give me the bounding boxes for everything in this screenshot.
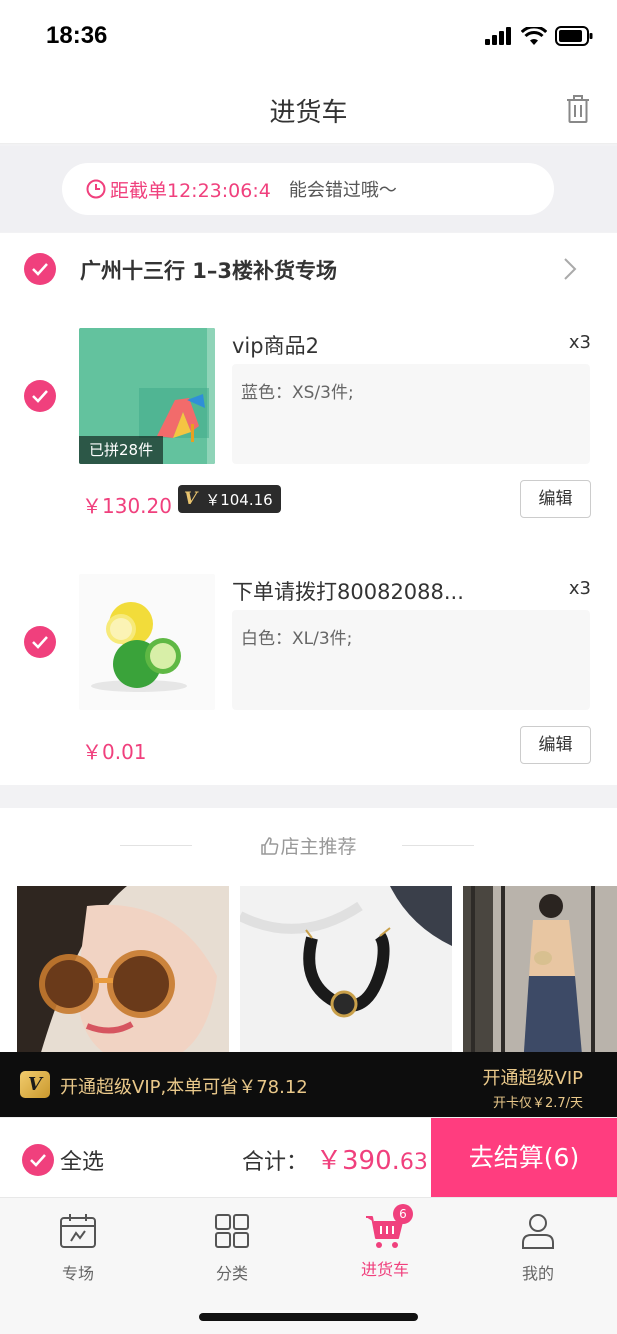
- divider: [402, 845, 474, 846]
- total-decimal: 63: [399, 1150, 428, 1175]
- countdown-section: 距截单12:23:06:4 能会错过哦～: [0, 146, 617, 232]
- vip-price: ￥104.16: [205, 490, 273, 509]
- tab-label: 专场: [61, 1264, 94, 1283]
- vip-savings-text: 开通超级VIP,本单可省￥78.12: [60, 1077, 308, 1098]
- page-title: 进货车: [269, 98, 348, 128]
- total-integer: ￥390.: [316, 1146, 400, 1176]
- countdown-pill: 距截单12:23:06:4 能会错过哦～: [62, 163, 554, 215]
- status-time: 18:36: [46, 22, 108, 49]
- trash-icon[interactable]: [565, 94, 591, 124]
- chevron-right-icon[interactable]: [563, 257, 577, 281]
- status-icons: [485, 26, 593, 46]
- checkmark-icon: [32, 263, 48, 276]
- item-name[interactable]: vip商品2: [232, 330, 532, 360]
- calendar-icon: [60, 1214, 96, 1248]
- tab-bar: 专场 分类 6 进货车 我的: [0, 1197, 617, 1334]
- nav-bar: 进货车: [0, 76, 617, 144]
- tab-label: 分类: [215, 1264, 248, 1283]
- person-icon: [522, 1214, 554, 1249]
- fashion-photo: [463, 886, 617, 1052]
- checkout-button[interactable]: 去结算(6): [431, 1118, 617, 1198]
- product-image[interactable]: 已拼28件: [79, 328, 215, 464]
- item-name[interactable]: 下单请拨打80082088...: [232, 576, 532, 606]
- item-spec: 蓝色：XS/3件;: [232, 364, 590, 464]
- cart-item: 下单请拨打80082088... x3 白色：XL/3件; ￥0.01 编辑: [0, 574, 617, 804]
- item-price: ￥0.01: [82, 740, 147, 764]
- recommend-product[interactable]: [463, 886, 617, 1052]
- tab-category[interactable]: 分类: [182, 1212, 282, 1284]
- vip-price-note: 开卡仅￥2.7/天: [492, 1096, 583, 1111]
- checkmark-icon: [32, 636, 48, 649]
- checkmark-icon: [32, 390, 48, 403]
- group-buy-badge: 已拼28件: [79, 436, 164, 464]
- cart-count-badge: 6: [393, 1204, 413, 1224]
- home-indicator[interactable]: [199, 1313, 418, 1321]
- item-checkbox[interactable]: [24, 626, 56, 658]
- vip-logo-icon: V: [20, 1071, 50, 1098]
- grid-icon: [215, 1214, 249, 1248]
- select-all-label[interactable]: 全选: [60, 1144, 104, 1176]
- recommend-title-text: 店主推荐: [280, 836, 357, 858]
- recommend-product[interactable]: [240, 886, 452, 1052]
- recommend-title: 店主推荐: [0, 832, 617, 859]
- recommend-product[interactable]: [17, 886, 229, 1052]
- tab-label: 我的: [521, 1264, 554, 1283]
- checkmark-icon: [30, 1154, 46, 1167]
- edit-button[interactable]: 编辑: [520, 726, 591, 764]
- item-price: ￥130.20: [82, 494, 172, 518]
- tab-special[interactable]: 专场: [28, 1212, 128, 1284]
- item-qty: x3: [568, 332, 591, 353]
- checkout-bar: 全选 合计： ￥390.63 去结算(6): [0, 1117, 617, 1198]
- status-bar: 18:36: [0, 0, 617, 76]
- select-all-checkbox[interactable]: [22, 1144, 54, 1176]
- battery-icon: [555, 26, 593, 46]
- recommend-header: 店主推荐: [0, 832, 617, 862]
- item-qty: x3: [568, 578, 591, 599]
- sunglasses-photo: [17, 886, 229, 1052]
- shop-checkbox[interactable]: [24, 253, 56, 285]
- vip-price-tag: V ￥104.16: [178, 485, 281, 513]
- product-image[interactable]: [79, 574, 215, 710]
- signal-icon: [485, 27, 511, 45]
- tab-label: 进货车: [360, 1260, 409, 1279]
- tab-mine[interactable]: 我的: [488, 1212, 588, 1284]
- choker-photo: [240, 886, 452, 1052]
- cart-icon-wrap: 6: [365, 1204, 413, 1250]
- total-label: 合计：: [242, 1150, 309, 1175]
- recommend-section: 店主推荐: [0, 808, 617, 1052]
- vip-v-icon: V: [184, 489, 198, 509]
- tab-cart[interactable]: 6 进货车: [335, 1204, 435, 1280]
- countdown-text: 距截单12:23:06:4: [110, 179, 271, 202]
- vip-banner[interactable]: V 开通超级VIP,本单可省￥78.12 开通超级VIP 开卡仅￥2.7/天: [0, 1052, 617, 1117]
- thumbs-up-icon: [261, 837, 279, 855]
- cart-item: 已拼28件 vip商品2 x3 蓝色：XS/3件; ￥130.20 V ￥104…: [0, 328, 617, 558]
- item-checkbox[interactable]: [24, 380, 56, 412]
- clock-icon: [86, 179, 106, 199]
- shop-name[interactable]: 广州十三行 1–3楼补货专场: [80, 255, 337, 285]
- edit-button[interactable]: 编辑: [520, 480, 591, 518]
- countdown-note: 能会错过哦～: [288, 180, 397, 201]
- total-value: ￥390.63: [316, 1140, 428, 1177]
- vip-open-link[interactable]: 开通超级VIP: [483, 1064, 583, 1090]
- item-spec: 白色：XL/3件;: [232, 610, 590, 710]
- wifi-icon: [521, 26, 547, 45]
- lemon-photo: [79, 574, 215, 710]
- cart-card: 广州十三行 1–3楼补货专场 已拼28件 vip商品2 x3 蓝色：XS/3件;…: [0, 233, 617, 785]
